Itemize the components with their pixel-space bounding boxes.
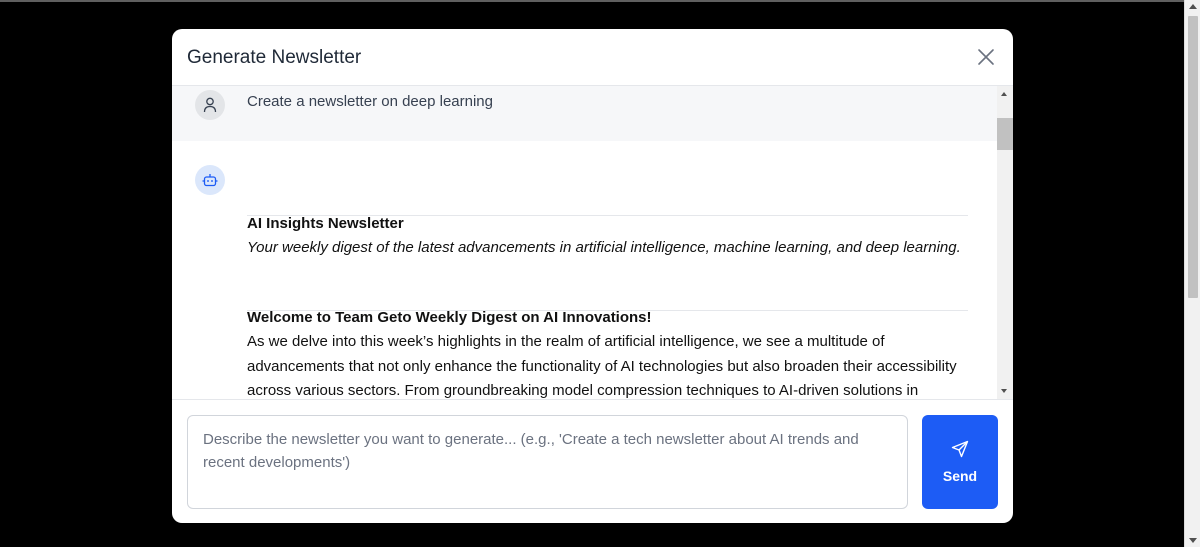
chat-scroll-down-arrow-icon[interactable] <box>1001 389 1007 393</box>
page-scroll-up-arrow-icon[interactable] <box>1189 4 1197 9</box>
bot-avatar <box>195 165 225 195</box>
window-top-border <box>0 0 1184 2</box>
send-icon <box>951 440 969 458</box>
newsletter-title: AI Insights Newsletter <box>247 215 404 232</box>
newsletter-subtitle: Your weekly digest of the latest advance… <box>247 239 961 256</box>
newsletter-section-heading: Welcome to Team Geto Weekly Digest on AI… <box>247 309 652 326</box>
chat-scroll-up-arrow-icon[interactable] <box>1001 92 1007 96</box>
page-scrollbar[interactable] <box>1184 0 1200 547</box>
generate-newsletter-modal: Generate Newsletter Create a newsletter … <box>172 29 1013 523</box>
newsletter-section-body: As we delve into this week’s highlights … <box>247 333 957 399</box>
user-message: Create a newsletter on deep learning <box>172 86 997 141</box>
chat-scrollbar-thumb[interactable] <box>997 118 1013 150</box>
bot-icon <box>202 173 218 186</box>
send-button-label: Send <box>942 468 978 484</box>
chat-messages: Create a newsletter on deep learning AI … <box>172 86 1013 399</box>
close-icon[interactable] <box>977 48 995 66</box>
page-scrollbar-thumb[interactable] <box>1188 16 1198 298</box>
modal-title: Generate Newsletter <box>187 47 362 68</box>
page-scroll-down-arrow-icon[interactable] <box>1189 538 1197 543</box>
modal-header: Generate Newsletter <box>172 29 1013 86</box>
prompt-input-area: Send <box>172 399 1013 523</box>
chat-scrollbar[interactable] <box>997 86 1013 399</box>
send-button[interactable]: Send <box>922 415 998 509</box>
user-message-text: Create a newsletter on deep learning <box>247 93 493 110</box>
user-icon <box>203 97 217 113</box>
user-avatar <box>195 90 225 120</box>
newsletter-prompt-input[interactable] <box>187 415 908 509</box>
